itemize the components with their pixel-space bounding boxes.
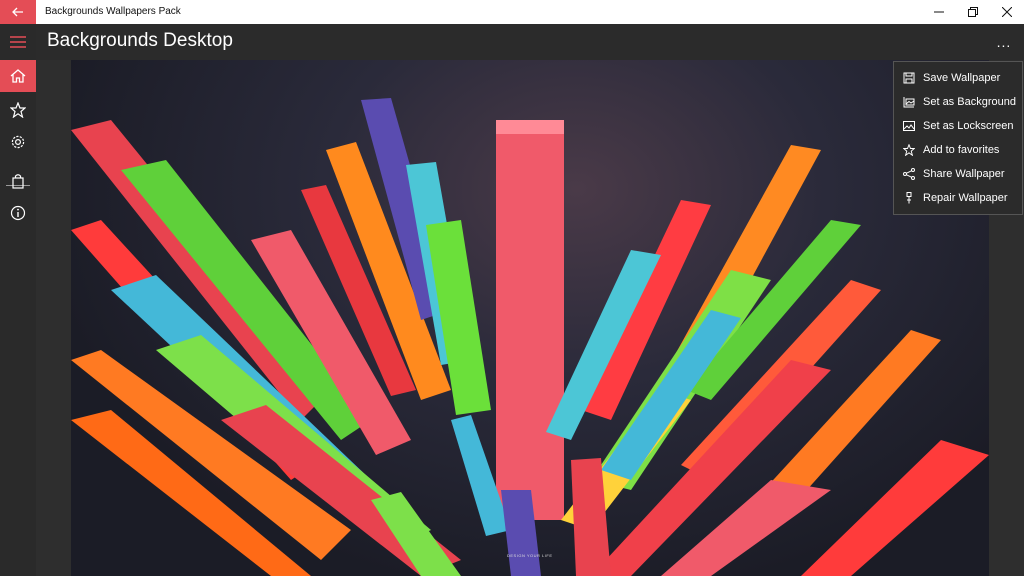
wallpaper-image[interactable]: DESIGN YOUR LIFE (71, 60, 989, 576)
close-icon (1002, 7, 1012, 17)
content-area: DESIGN YOUR LIFE (36, 60, 1024, 576)
menu-item-set-as-background[interactable]: Set as Background (894, 90, 1022, 114)
menu-item-share-wallpaper[interactable]: Share Wallpaper (894, 162, 1022, 186)
repair-icon (902, 191, 916, 205)
more-options-button[interactable]: ... (994, 32, 1014, 52)
back-button[interactable] (0, 0, 36, 24)
star-icon (902, 143, 916, 157)
wallpaper-artwork (71, 98, 989, 576)
share-icon (902, 167, 916, 181)
menu-item-label: Add to favorites (923, 144, 1000, 156)
menu-item-label: Repair Wallpaper (923, 192, 1008, 204)
menu-item-add-to-favorites[interactable]: Add to favorites (894, 138, 1022, 162)
nav-item-home[interactable] (0, 60, 36, 92)
menu-item-label: Set as Lockscreen (923, 120, 1014, 132)
restore-button[interactable] (956, 0, 990, 24)
menu-item-label: Set as Background (923, 96, 1016, 108)
info-icon (10, 205, 26, 221)
nav-item-about[interactable] (0, 197, 36, 229)
window-title: Backgrounds Wallpapers Pack (45, 6, 181, 17)
page-header: Backgrounds Desktop ... (36, 24, 1024, 60)
desktop-image-icon (902, 95, 916, 109)
menu-item-label: Save Wallpaper (923, 72, 1001, 84)
nav-item-settings[interactable] (0, 126, 36, 158)
shopping-bag-icon (12, 174, 24, 189)
restore-icon (968, 7, 978, 17)
minimize-button[interactable] (922, 0, 956, 24)
context-menu: Save Wallpaper Set as Background Set as … (893, 61, 1023, 215)
hamburger-icon (10, 36, 26, 48)
nav-pane (0, 24, 36, 576)
nav-menu-button[interactable] (0, 26, 36, 58)
window-controls (922, 0, 1024, 24)
picture-icon (902, 119, 916, 133)
nav-item-store[interactable] (0, 165, 36, 197)
save-icon (902, 71, 916, 85)
back-arrow-icon (12, 7, 23, 17)
menu-item-repair-wallpaper[interactable]: Repair Wallpaper (894, 186, 1022, 210)
more-icon: ... (996, 34, 1012, 50)
star-icon (10, 102, 26, 118)
minimize-icon (934, 11, 944, 13)
page-title: Backgrounds Desktop (47, 30, 233, 51)
wallpaper-caption: DESIGN YOUR LIFE (507, 553, 553, 558)
title-bar: Backgrounds Wallpapers Pack (0, 0, 1024, 24)
menu-item-set-as-lockscreen[interactable]: Set as Lockscreen (894, 114, 1022, 138)
menu-item-label: Share Wallpaper (923, 168, 1005, 180)
menu-item-save-wallpaper[interactable]: Save Wallpaper (894, 66, 1022, 90)
home-icon (10, 69, 26, 83)
gear-icon (11, 135, 25, 149)
nav-item-favorites[interactable] (0, 94, 36, 126)
close-button[interactable] (990, 0, 1024, 24)
